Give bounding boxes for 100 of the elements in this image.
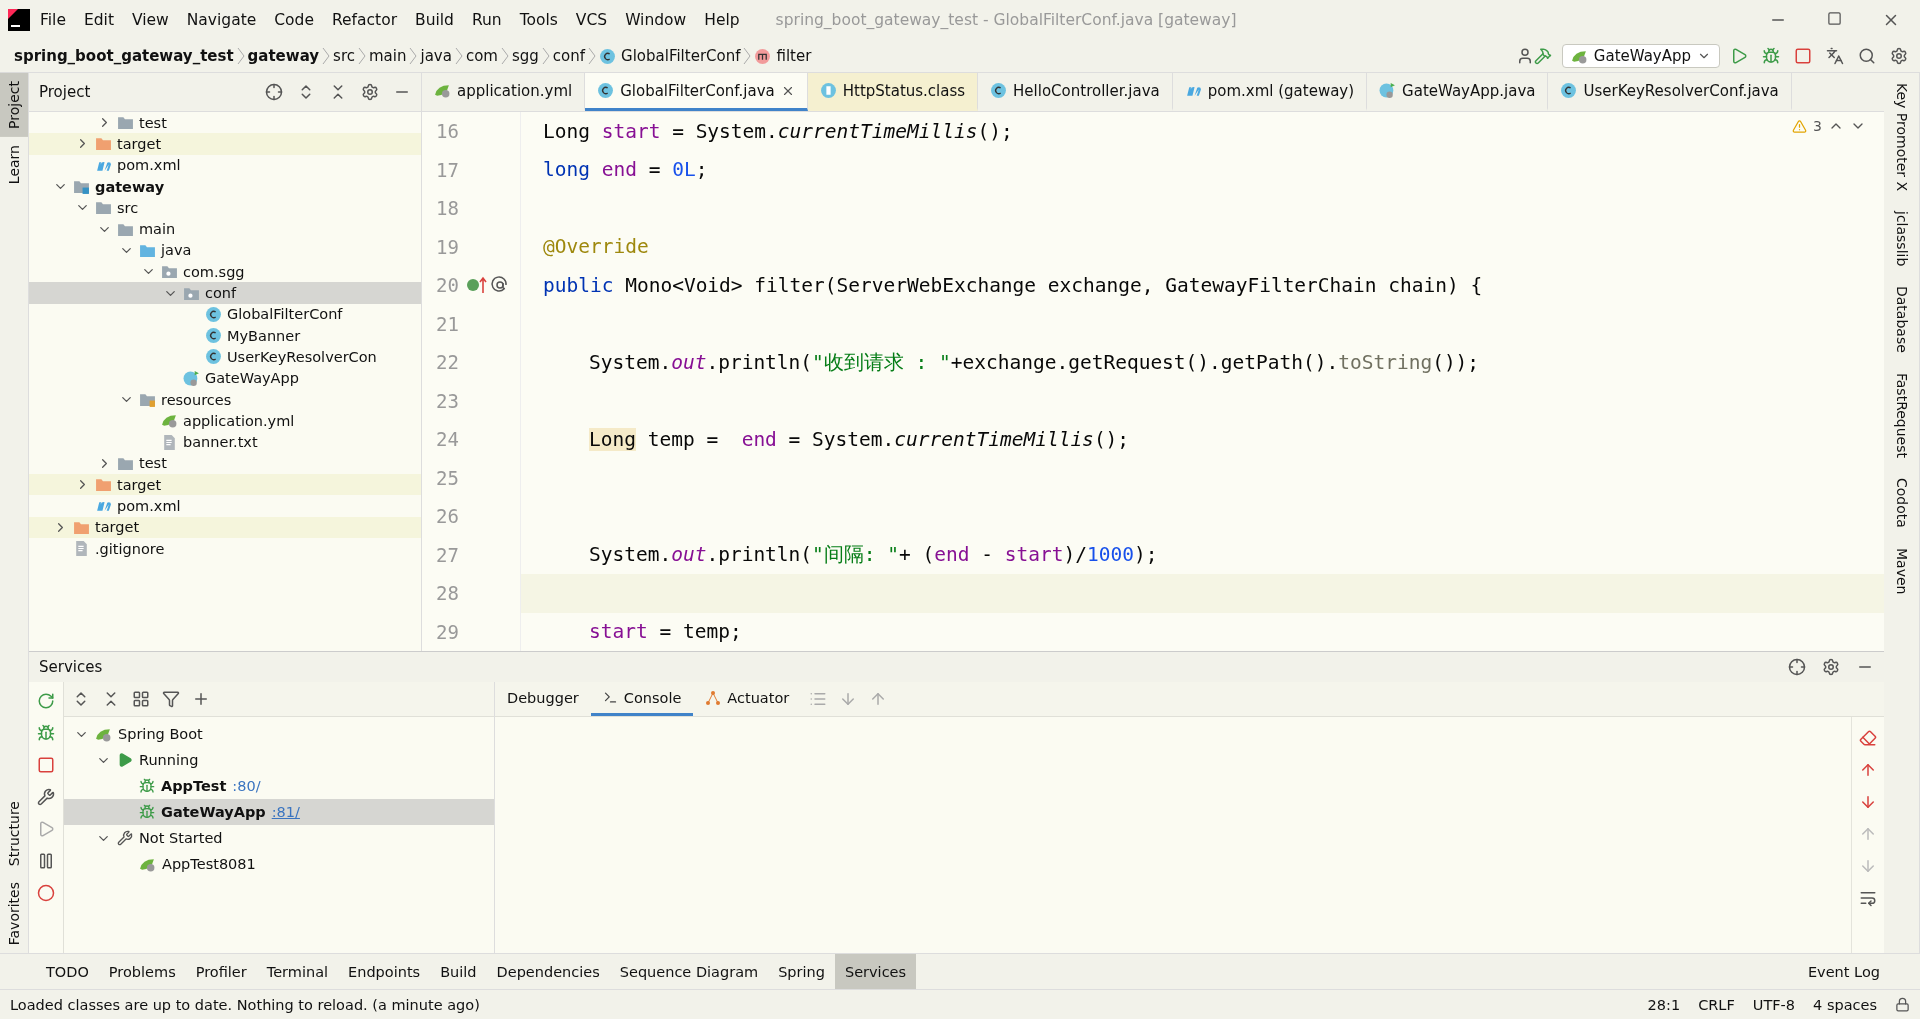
tree-item[interactable]: com.sgg	[29, 261, 421, 283]
menu-item[interactable]: Help	[696, 11, 748, 29]
service-item[interactable]: GateWayApp :81/	[64, 799, 494, 825]
settings-icon[interactable]	[1890, 47, 1908, 65]
menu-item[interactable]: Tools	[511, 11, 566, 29]
status-item[interactable]: 4 spaces	[1813, 996, 1877, 1013]
debug-icon[interactable]	[37, 724, 55, 742]
menu-item[interactable]: Window	[617, 11, 695, 29]
menu-item[interactable]: Refactor	[324, 11, 405, 29]
tree-item[interactable]: application.yml	[29, 410, 421, 432]
down-icon[interactable]	[1859, 793, 1877, 811]
locate-icon[interactable]	[1788, 658, 1806, 676]
menu-item[interactable]: File	[32, 11, 74, 29]
lock-icon[interactable]	[1895, 997, 1910, 1012]
console-tab[interactable]: Debugger	[495, 682, 591, 716]
service-item[interactable]: Spring Boot	[64, 721, 494, 747]
wrench-icon[interactable]	[37, 788, 55, 806]
status-item[interactable]: UTF-8	[1752, 996, 1796, 1013]
search-icon[interactable]	[1858, 47, 1876, 65]
locate-icon[interactable]	[265, 83, 283, 101]
group-icon[interactable]	[132, 690, 150, 708]
tool-window-tab[interactable]: Database	[1884, 276, 1919, 364]
service-item[interactable]: AppTest :80/	[64, 773, 494, 799]
service-item[interactable]: Not Started	[64, 825, 494, 851]
tree-item[interactable]: target	[29, 133, 421, 155]
tree-item[interactable]: target	[29, 474, 421, 496]
tool-window-tab[interactable]: Learn	[0, 136, 28, 193]
build-hammer-icon[interactable]	[1533, 47, 1552, 65]
tree-item[interactable]: java	[29, 239, 421, 262]
event-log-tab[interactable]: Event Log	[1797, 954, 1920, 989]
tool-window-tab[interactable]: jclasslib	[1884, 201, 1919, 277]
tool-window-tab[interactable]: Favorites	[0, 873, 28, 953]
tool-window-tab[interactable]: Profiler	[185, 954, 257, 989]
settings-icon[interactable]	[361, 83, 379, 101]
wrap-icon[interactable]	[1859, 889, 1877, 907]
tool-window-tab[interactable]: Key Promoter X	[1884, 73, 1919, 202]
tree-item[interactable]: banner.txt	[29, 431, 421, 453]
stop-icon[interactable]	[1794, 47, 1812, 65]
tree-item[interactable]: pom.xml	[29, 495, 421, 517]
run-config-dropdown[interactable]: GateWayApp	[1561, 44, 1720, 68]
breadcrumb[interactable]: src	[333, 47, 355, 65]
tree-item[interactable]: gateway	[29, 175, 421, 198]
menu-item[interactable]: Build	[407, 11, 462, 29]
warning-count[interactable]: 3	[1813, 118, 1822, 134]
tool-window-tab[interactable]: TODO	[36, 954, 99, 989]
tree-item[interactable]: test	[29, 112, 421, 134]
panel-title[interactable]: Project	[39, 83, 91, 101]
settings-icon[interactable]	[1822, 658, 1840, 676]
editor-tab[interactable]: HttpStatus.class	[807, 73, 979, 111]
tree-item[interactable]: test	[29, 452, 421, 475]
tool-window-tab[interactable]: Sequence Diagram	[609, 954, 769, 989]
stop-icon[interactable]	[37, 756, 55, 774]
tree-item[interactable]: conf	[29, 282, 421, 304]
debug-icon[interactable]	[1762, 47, 1780, 65]
restore-icon[interactable]	[1827, 11, 1842, 26]
breadcrumb[interactable]: conf	[552, 47, 586, 65]
tool-window-tab[interactable]: FastRequest	[1884, 363, 1919, 469]
breadcrumb[interactable]: spring_boot_gateway_test	[14, 47, 234, 65]
translate-icon[interactable]	[1826, 47, 1844, 65]
clear-icon[interactable]	[1859, 729, 1877, 747]
menu-item[interactable]: VCS	[567, 11, 616, 29]
tree-item[interactable]: UserKeyResolverCon	[29, 346, 421, 368]
tree-item[interactable]: MyBanner	[29, 324, 421, 347]
service-item[interactable]: AppTest8081	[64, 851, 494, 877]
tree-item[interactable]: pom.xml	[29, 154, 421, 176]
tree-item[interactable]: main	[29, 218, 421, 240]
breadcrumb[interactable]: filter	[754, 47, 812, 65]
status-item[interactable]: 28:1	[1647, 996, 1681, 1013]
add-icon[interactable]	[192, 690, 210, 708]
breadcrumb[interactable]: java	[420, 47, 452, 65]
tool-window-tab[interactable]: Dependencies	[486, 954, 610, 989]
tool-window-tab[interactable]: Codota	[1884, 468, 1919, 539]
run-icon[interactable]	[1730, 47, 1748, 65]
menu-item[interactable]: View	[123, 11, 177, 29]
tool-window-tab[interactable]: Endpoints	[338, 954, 431, 989]
editor-tab[interactable]: GlobalFilterConf.java	[585, 73, 808, 111]
tool-window-tab[interactable]: Maven	[1884, 538, 1919, 605]
tool-window-tab[interactable]: Problems	[98, 954, 186, 989]
service-item[interactable]: Running	[64, 747, 494, 773]
editor-tab[interactable]: pom.xml (gateway)	[1172, 73, 1368, 111]
tool-window-tab[interactable]: Project	[0, 73, 28, 137]
breadcrumb[interactable]: GlobalFilterConf	[599, 47, 741, 65]
status-item[interactable]: CRLF	[1698, 996, 1735, 1013]
tool-window-tab[interactable]: Build	[430, 954, 487, 989]
tool-window-tab[interactable]: Spring	[768, 954, 835, 989]
menu-item[interactable]: Navigate	[178, 11, 265, 29]
editor-tab[interactable]: UserKeyResolverConf.java	[1548, 73, 1792, 111]
menu-item[interactable]: Run	[463, 11, 510, 29]
tree-item[interactable]: .gitignore	[29, 537, 421, 560]
menu-item[interactable]: Code	[266, 11, 322, 29]
tool-window-tab[interactable]: Structure	[0, 792, 28, 874]
filter-icon[interactable]	[162, 690, 180, 708]
tree-item[interactable]: src	[29, 197, 421, 219]
pause-icon[interactable]	[37, 852, 55, 870]
tool-window-tab[interactable]: Services	[834, 954, 917, 989]
console-tab[interactable]: Console	[590, 682, 694, 716]
up-icon[interactable]	[1859, 761, 1877, 779]
breadcrumb[interactable]: com	[465, 47, 498, 65]
breakpoints-icon[interactable]	[37, 884, 55, 902]
breadcrumb[interactable]: sgg	[511, 47, 539, 65]
